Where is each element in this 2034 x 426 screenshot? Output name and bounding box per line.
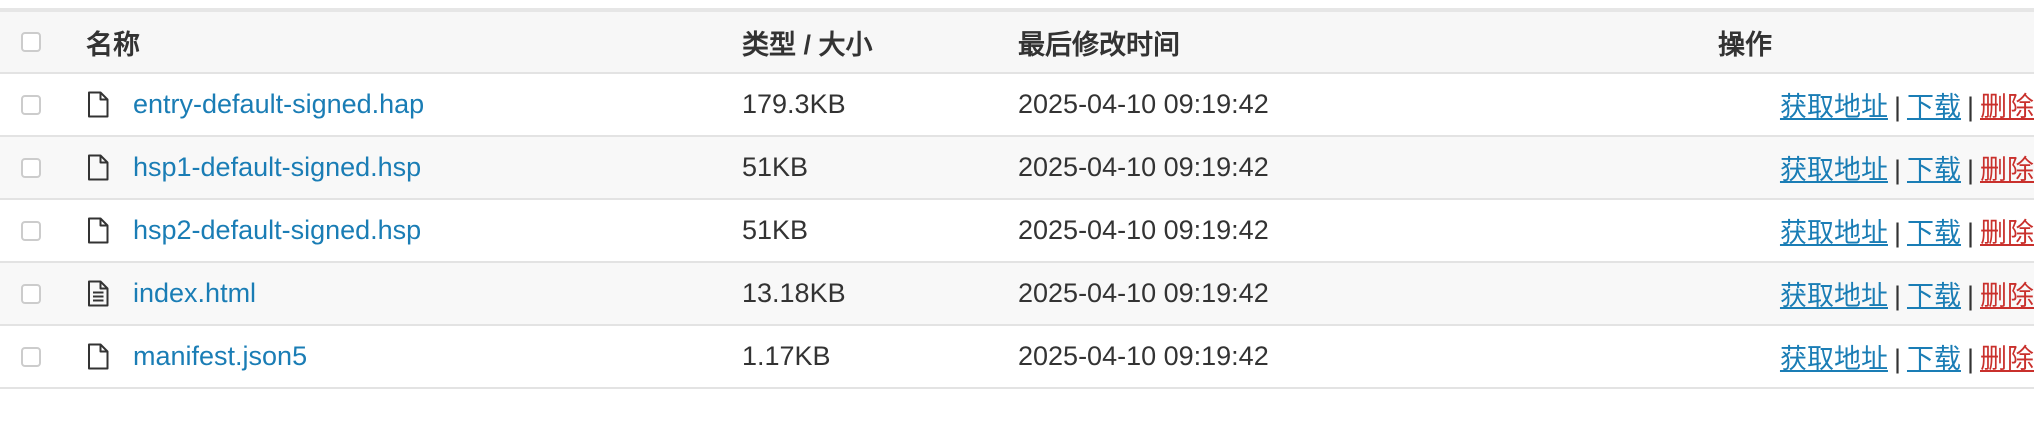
header-name-label: 名称: [86, 29, 140, 60]
table-header-row: 名称 类型 / 大小 最后修改时间 操作: [0, 12, 2034, 74]
delete-link[interactable]: 删除: [1980, 92, 2034, 122]
row-checkbox-cell: [0, 136, 64, 200]
file-icon: [64, 91, 133, 118]
header-name[interactable]: 名称: [64, 12, 742, 74]
action-separator: |: [1893, 155, 1901, 185]
delete-link[interactable]: 删除: [1980, 344, 2034, 374]
row-icon-cell: [64, 262, 133, 326]
action-separator: |: [1966, 92, 1974, 122]
action-separator: |: [1893, 281, 1901, 311]
row-checkbox[interactable]: [21, 220, 41, 241]
row-checkbox-cell: [0, 199, 64, 263]
file-modified-time: 2025-04-10 09:19:42: [1018, 325, 1718, 389]
get-url-link[interactable]: 获取地址: [1780, 344, 1888, 374]
file-icon: [64, 154, 133, 181]
download-link[interactable]: 下载: [1907, 92, 1961, 122]
header-actions: 操作: [1718, 12, 2034, 74]
action-separator: |: [1966, 218, 1974, 248]
file-name-link[interactable]: entry-default-signed.hap: [133, 89, 424, 119]
table-row: entry-default-signed.hap 179.3KB 2025-04…: [0, 73, 2034, 137]
row-actions: 获取地址 | 下载 | 删除: [1718, 136, 2034, 200]
file-name-link[interactable]: hsp1-default-signed.hsp: [133, 152, 421, 182]
file-size: 51KB: [742, 199, 1018, 263]
delete-link[interactable]: 删除: [1980, 218, 2034, 248]
file-size: 1.17KB: [742, 325, 1018, 389]
download-link[interactable]: 下载: [1907, 155, 1961, 185]
row-checkbox[interactable]: [21, 346, 41, 367]
delete-link[interactable]: 删除: [1980, 281, 2034, 311]
file-icon: [64, 217, 133, 244]
table-row: hsp2-default-signed.hsp 51KB 2025-04-10 …: [0, 199, 2034, 263]
row-checkbox-cell: [0, 262, 64, 326]
row-checkbox[interactable]: [21, 94, 41, 115]
row-name-cell: hsp1-default-signed.hsp: [133, 136, 742, 200]
file-size: 179.3KB: [742, 73, 1018, 137]
row-checkbox[interactable]: [21, 283, 41, 304]
download-link[interactable]: 下载: [1907, 281, 1961, 311]
row-checkbox-cell: [0, 325, 64, 389]
row-name-cell: index.html: [133, 262, 742, 326]
get-url-link[interactable]: 获取地址: [1780, 281, 1888, 311]
row-icon-cell: [64, 73, 133, 137]
row-icon-cell: [64, 199, 133, 263]
file-modified-time: 2025-04-10 09:19:42: [1018, 136, 1718, 200]
row-icon-cell: [64, 325, 133, 389]
select-all-checkbox[interactable]: [21, 32, 41, 52]
action-separator: |: [1893, 218, 1901, 248]
action-separator: |: [1966, 155, 1974, 185]
table-row: index.html 13.18KB 2025-04-10 09:19:42 获…: [0, 262, 2034, 326]
select-all-cell: [0, 12, 64, 74]
file-modified-time: 2025-04-10 09:19:42: [1018, 73, 1718, 137]
row-checkbox[interactable]: [21, 157, 41, 178]
file-size: 13.18KB: [742, 262, 1018, 326]
action-separator: |: [1893, 92, 1901, 122]
row-name-cell: manifest.json5: [133, 325, 742, 389]
file-icon: [64, 343, 133, 370]
delete-link[interactable]: 删除: [1980, 155, 2034, 185]
file-name-link[interactable]: index.html: [133, 278, 256, 308]
row-name-cell: entry-default-signed.hap: [133, 73, 742, 137]
header-modified[interactable]: 最后修改时间: [1018, 12, 1718, 74]
row-icon-cell: [64, 136, 133, 200]
file-text-icon: [64, 280, 133, 307]
file-size: 51KB: [742, 136, 1018, 200]
get-url-link[interactable]: 获取地址: [1780, 92, 1888, 122]
file-name-link[interactable]: manifest.json5: [133, 341, 307, 371]
row-actions: 获取地址 | 下载 | 删除: [1718, 199, 2034, 263]
action-separator: |: [1893, 344, 1901, 374]
get-url-link[interactable]: 获取地址: [1780, 218, 1888, 248]
file-table: 名称 类型 / 大小 最后修改时间 操作 entry-default-signe…: [0, 12, 2034, 389]
action-separator: |: [1966, 281, 1974, 311]
table-row: manifest.json5 1.17KB 2025-04-10 09:19:4…: [0, 325, 2034, 389]
header-type-size[interactable]: 类型 / 大小: [742, 12, 1018, 74]
download-link[interactable]: 下载: [1907, 218, 1961, 248]
row-actions: 获取地址 | 下载 | 删除: [1718, 262, 2034, 326]
download-link[interactable]: 下载: [1907, 344, 1961, 374]
row-actions: 获取地址 | 下载 | 删除: [1718, 73, 2034, 137]
row-actions: 获取地址 | 下载 | 删除: [1718, 325, 2034, 389]
file-modified-time: 2025-04-10 09:19:42: [1018, 262, 1718, 326]
file-modified-time: 2025-04-10 09:19:42: [1018, 199, 1718, 263]
table-row: hsp1-default-signed.hsp 51KB 2025-04-10 …: [0, 136, 2034, 200]
get-url-link[interactable]: 获取地址: [1780, 155, 1888, 185]
row-checkbox-cell: [0, 73, 64, 137]
action-separator: |: [1966, 344, 1974, 374]
file-name-link[interactable]: hsp2-default-signed.hsp: [133, 215, 421, 245]
row-name-cell: hsp2-default-signed.hsp: [133, 199, 742, 263]
